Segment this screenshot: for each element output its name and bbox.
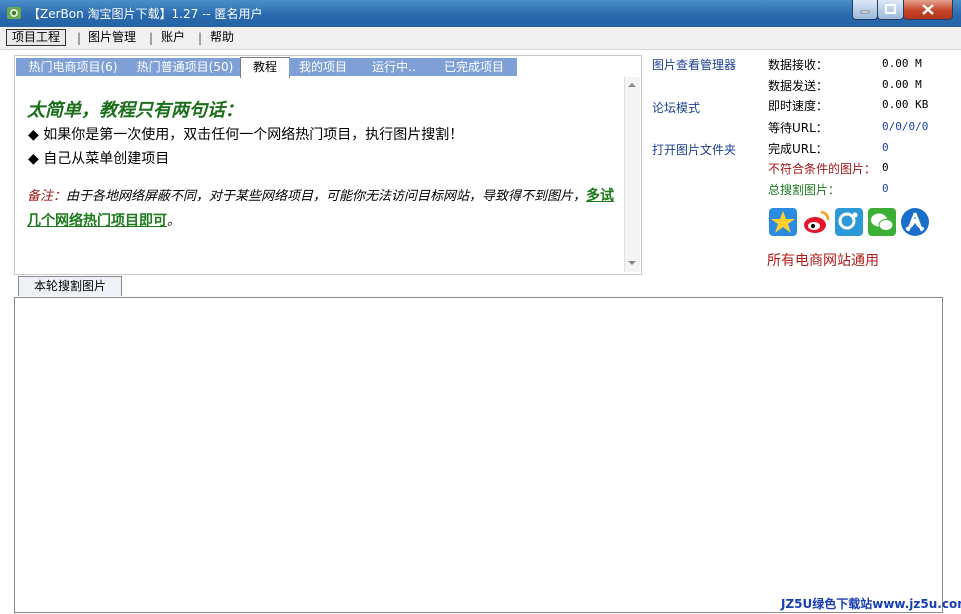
app-icon [7, 7, 21, 19]
close-icon [922, 4, 934, 15]
stat-rejected-value: 0 [882, 161, 889, 174]
stat-waiting-value: 0/0/0/0 [882, 120, 929, 133]
note-label: 备注： [27, 189, 67, 204]
maximize-icon [885, 4, 896, 14]
stat-received-label: 数据接收： [768, 58, 829, 72]
tab-tutorial[interactable]: 教程 [240, 57, 290, 78]
stat-done-value: 0 [882, 141, 889, 154]
renren-icon[interactable] [900, 207, 930, 237]
minimize-icon [860, 10, 870, 14]
tutorial-note: 备注：由于各地网络屏蔽不同，对于某些网络项目，可能你无法访问目标网站，导致得不到… [27, 184, 617, 234]
tab-hot-ecommerce[interactable]: 热门电商项目(6) [16, 58, 130, 76]
menu-image-manage[interactable]: 图片管理 [83, 30, 141, 45]
menu-separator: | [198, 31, 203, 45]
stat-total-value: 0 [882, 182, 889, 195]
forum-mode-link[interactable]: 论坛模式 [652, 99, 700, 116]
note-end: 。 [167, 214, 181, 229]
tencent-weibo-icon[interactable] [834, 207, 864, 237]
tab-current-results[interactable]: 本轮搜割图片 [18, 276, 122, 296]
slogan-text: 所有电商网站通用 [767, 253, 879, 269]
title-bar: 【ZerBon 淘宝图片下载】1.27 -- 匿名用户 [0, 0, 961, 27]
maximize-button[interactable] [877, 0, 904, 20]
stat-total-label: 总搜割图片： [768, 183, 841, 197]
open-folder-link[interactable]: 打开图片文件夹 [652, 141, 736, 158]
menu-project[interactable]: 项目工程 [6, 29, 67, 46]
image-viewer-link[interactable]: 图片查看管理器 [652, 56, 736, 73]
window-title: 【ZerBon 淘宝图片下载】1.27 -- 匿名用户 [28, 7, 263, 21]
tab-completed[interactable]: 已完成项目 [431, 58, 517, 76]
menu-separator: | [77, 31, 82, 45]
tutorial-bullet: ◆ 如果你是第一次使用，双击任何一个网络热门项目，执行图片搜割！ [28, 127, 464, 143]
tutorial-scrollbar[interactable] [624, 77, 640, 272]
stat-waiting-label: 等待URL： [768, 121, 828, 135]
scroll-down-icon[interactable] [627, 258, 637, 268]
stat-done-label: 完成URL： [768, 142, 828, 156]
note-text: 由于各地网络屏蔽不同，对于某些网络项目，可能你无法访问目标网站，导致得不到图片， [66, 189, 587, 204]
watermark-text: JZ5U绿色下载站www.jz5u.com [781, 597, 961, 611]
stat-sent-label: 数据发送： [768, 79, 829, 93]
tab-my-projects[interactable]: 我的项目 [289, 58, 357, 76]
minimize-button[interactable] [852, 0, 878, 20]
qzone-icon[interactable] [768, 207, 798, 237]
menu-separator: | [149, 31, 154, 45]
weibo-icon[interactable] [801, 207, 831, 237]
stat-speed-label: 即时速度： [768, 99, 829, 113]
tab-hot-general[interactable]: 热门普通项目(50) [130, 58, 240, 76]
tutorial-title: 太简单，教程只有两句话： [27, 100, 243, 121]
menu-account[interactable]: 账户 [156, 30, 190, 45]
results-pane [14, 297, 943, 613]
stat-rejected-label: 不符合条件的图片： [768, 162, 877, 176]
menu-bar: 项目工程 | 图片管理 | 账户 | 帮助 [0, 27, 961, 50]
wechat-icon[interactable] [867, 207, 897, 237]
menu-help[interactable]: 帮助 [205, 30, 239, 45]
stat-speed-value: 0.00 KB [882, 98, 929, 111]
tutorial-bullet: ◆ 自己从菜单创建项目 [28, 151, 170, 167]
scroll-up-icon[interactable] [627, 80, 637, 90]
close-button[interactable] [903, 0, 953, 20]
stat-received-value: 0.00 M [882, 57, 922, 70]
stat-sent-value: 0.00 M [882, 78, 922, 91]
tab-running[interactable]: 运行中.. [357, 58, 431, 76]
